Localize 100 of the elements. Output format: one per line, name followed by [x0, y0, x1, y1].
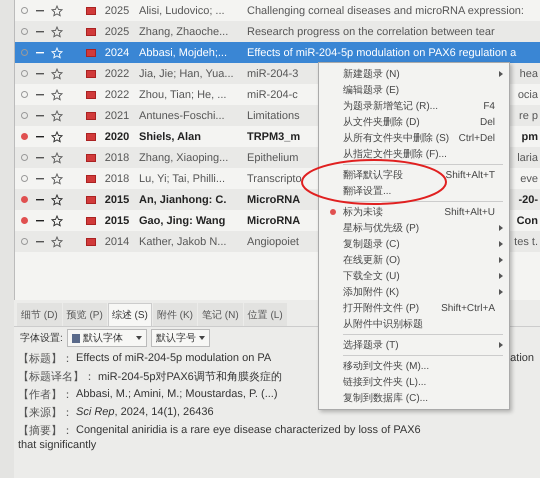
menu-item[interactable]: 翻译设置... [319, 183, 509, 199]
title-cell-text: ocia [518, 88, 539, 100]
menu-item[interactable]: 下载全文 (U) [319, 268, 509, 284]
read-status-icon[interactable] [20, 112, 28, 119]
title-cell-text: hea [520, 68, 539, 80]
year-cell[interactable]: 2014 [99, 236, 135, 248]
title-cell: MicroRNA [247, 194, 300, 206]
read-status-icon[interactable] [20, 7, 28, 14]
menu-item[interactable]: 编辑题录 (E) [319, 82, 509, 98]
author-cell-text: An, Jianhong: C. [138, 194, 228, 206]
menu-item[interactable]: 在线更新 (O) [319, 252, 509, 268]
menu-item[interactable]: 从所有文件夹中删除 (S) Ctrl+Del [319, 130, 509, 146]
star-icon[interactable] [51, 172, 63, 184]
panel-tab[interactable]: 位置 (L) [244, 303, 287, 326]
font-family-dropdown[interactable]: 默认字体 [66, 329, 147, 347]
year-cell[interactable]: 2018 [99, 172, 135, 184]
star-icon[interactable] [51, 194, 63, 206]
read-status-icon[interactable] [20, 133, 28, 140]
year-cell[interactable]: 2022 [99, 88, 135, 100]
field-value: Congenital aniridia is a rare eye disease characterized by loss of PAX6 [76, 424, 421, 436]
font-size-dropdown[interactable]: 默认字号 [150, 329, 210, 347]
font-settings-label: 字体设置: [20, 332, 63, 345]
panel-tab[interactable]: 细节 (D) [17, 303, 62, 326]
title-cell-text: eve [520, 172, 539, 184]
attachment-icon [86, 28, 96, 36]
title-cell: miR-204-3 [247, 68, 298, 80]
submenu-arrow-icon [499, 289, 503, 295]
read-status-icon[interactable] [20, 238, 28, 245]
attachment-icon [86, 112, 96, 120]
field-label: 【来源】： [18, 406, 73, 420]
read-status-icon[interactable] [20, 175, 28, 182]
menu-item[interactable]: 链接到文件夹 (L)... [319, 374, 509, 390]
year-cell[interactable]: 2021 [99, 110, 135, 122]
panel-tab[interactable]: 预览 (P) [62, 303, 107, 326]
title-cell-text: re p [519, 110, 539, 122]
author-cell-text: Zhang, Xiaoping... [138, 152, 230, 164]
title-cell-text: tes t. [514, 236, 539, 248]
read-status-icon[interactable] [20, 154, 28, 161]
attachment-icon [86, 6, 96, 14]
read-status-icon[interactable] [20, 217, 28, 224]
submenu-arrow-icon [499, 273, 503, 279]
year-cell[interactable]: 2022 [99, 68, 135, 80]
author-cell-text: Shiels, Alan [138, 130, 202, 142]
panel-tab[interactable]: 附件 (K) [152, 303, 197, 326]
year-cell[interactable]: 2015 [99, 214, 135, 226]
year-cell[interactable]: 2015 [99, 194, 135, 206]
menu-item[interactable]: 标为未读 Shift+Alt+U [319, 204, 509, 220]
title-cell: MicroRNA [247, 214, 300, 226]
menu-item[interactable]: 星标与优先级 (P) [319, 220, 509, 236]
field-label: 【作者】： [18, 388, 73, 402]
menu-item[interactable]: 新建题录 (N) [319, 66, 509, 82]
year-cell[interactable]: 2024 [99, 46, 135, 58]
menu-item[interactable]: 翻译默认字段 Shift+Alt+T [319, 167, 509, 183]
attachment-icon [86, 70, 96, 78]
year-cell[interactable]: 2018 [99, 152, 135, 164]
star-icon[interactable] [51, 4, 63, 16]
menu-item[interactable]: 复制到数据库 (C)... [319, 390, 509, 406]
abstract-text: that significantly [18, 439, 96, 451]
field-value: Sci Rep, 2024, 14(1), 26436 [76, 406, 214, 418]
menu-item[interactable]: 选择题录 (T) [319, 337, 509, 353]
author-cell-text: Lu, Yi; Tai, Philli... [138, 172, 226, 184]
menu-item[interactable]: 从附件中识别标题 [319, 316, 509, 332]
attachment-icon [86, 216, 96, 224]
year-cell[interactable]: 2025 [99, 26, 135, 38]
menu-item[interactable]: 从指定文件夹删除 (F)... [319, 146, 509, 162]
menu-item[interactable]: 为题录新增笔记 (R)... F4 [319, 98, 509, 114]
menu-item[interactable]: 移动到文件夹 (M)... [319, 358, 509, 374]
year-cell[interactable]: 2025 [99, 4, 135, 16]
star-icon[interactable] [51, 88, 63, 100]
menu-item[interactable]: 添加附件 (K) [319, 284, 509, 300]
field-value: ation [510, 352, 535, 364]
panel-tab[interactable]: 综述 (S) [108, 303, 152, 326]
attachment-icon [86, 48, 96, 56]
title-cell: miR-204-c [247, 88, 298, 100]
submenu-arrow-icon [499, 225, 503, 231]
read-status-icon[interactable] [20, 196, 28, 203]
author-cell-text: Zhang, Zhaoche... [138, 26, 230, 38]
menu-item[interactable]: 复制题录 (C) [319, 236, 509, 252]
star-icon[interactable] [51, 26, 63, 38]
read-status-icon[interactable] [20, 28, 28, 35]
star-icon[interactable] [51, 68, 63, 80]
author-cell-text: Gao, Jing: Wang [138, 214, 226, 226]
attachment-icon [86, 238, 96, 246]
star-icon[interactable] [51, 152, 63, 164]
star-icon[interactable] [51, 214, 63, 226]
menu-item[interactable]: 从文件夹删除 (D) Del [319, 114, 509, 130]
read-status-icon[interactable] [20, 91, 28, 98]
submenu-arrow-icon [499, 241, 503, 247]
field-label: 【摘要】： [18, 424, 73, 438]
read-status-icon[interactable] [20, 70, 28, 77]
panel-tab[interactable]: 笔记 (N) [198, 303, 243, 326]
attachment-icon [86, 174, 96, 182]
year-cell[interactable]: 2020 [99, 130, 135, 142]
title-cell-text: laria [517, 152, 539, 164]
menu-item[interactable]: 打开附件文件 (P) Shift+Ctrl+A [319, 300, 509, 316]
star-icon[interactable] [51, 130, 63, 142]
star-icon[interactable] [51, 236, 63, 248]
field-value: Effects of miR-204-5p modulation on PA [76, 352, 272, 364]
font-icon [72, 334, 80, 342]
star-icon[interactable] [51, 110, 63, 122]
